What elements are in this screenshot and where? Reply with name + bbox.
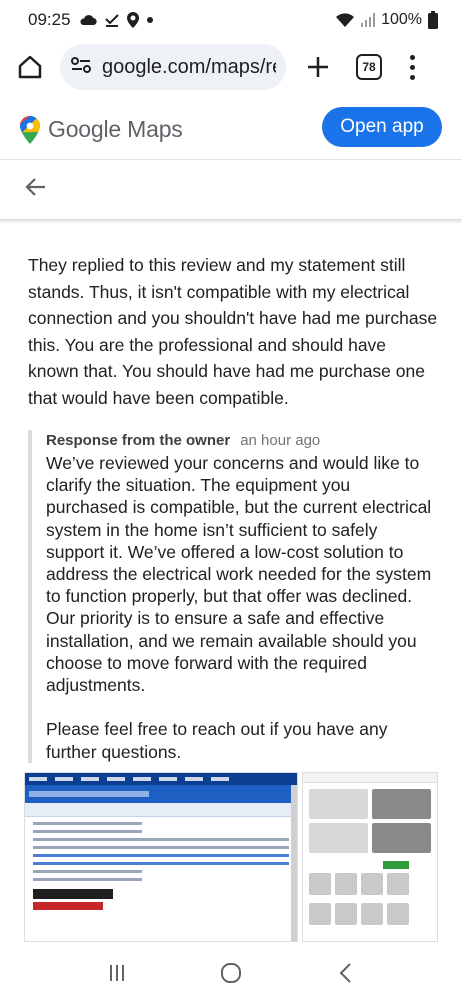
recent-apps-icon <box>110 964 124 981</box>
location-icon <box>126 12 139 28</box>
open-app-button[interactable]: Open app <box>322 107 442 147</box>
dot-icon <box>409 54 415 60</box>
photo-nav-strip <box>25 773 297 785</box>
back-arrow-icon <box>25 178 45 196</box>
review-photos <box>24 772 438 942</box>
maps-pin-icon <box>20 115 40 144</box>
back-button[interactable] <box>24 175 48 204</box>
photo-search-strip <box>25 785 297 803</box>
dot-icon <box>146 17 153 23</box>
owner-response: Response from the owner an hour ago We’v… <box>28 430 436 763</box>
status-bar: 09:25 100% <box>0 0 462 40</box>
dot-icon <box>409 74 415 80</box>
recent-apps-button[interactable] <box>97 953 137 993</box>
review-text: They replied to this review and my state… <box>28 255 438 408</box>
site-settings-icon[interactable] <box>70 56 92 79</box>
status-left: 09:25 <box>28 10 153 30</box>
owner-response-label: Response from the owner <box>46 432 231 449</box>
browser-toolbar: google.com/maps/re 78 <box>0 40 462 94</box>
maps-header: Google Maps Open app <box>0 100 462 160</box>
home-nav-button[interactable] <box>211 953 251 993</box>
owner-response-time: an hour ago <box>240 432 321 449</box>
back-nav-button[interactable] <box>325 953 365 993</box>
maps-title: Google Maps <box>48 116 183 142</box>
signal-icon <box>361 13 376 27</box>
email-screenshot-photo[interactable] <box>24 772 298 942</box>
battery-icon <box>428 11 438 29</box>
owner-response-header: Response from the owner an hour ago <box>46 430 436 452</box>
heating-logo <box>33 889 113 899</box>
owner-response-text: We’ve reviewed your concerns and would l… <box>46 453 432 762</box>
status-time: 09:25 <box>28 10 71 29</box>
photo-toolbar-strip <box>25 803 297 817</box>
url-text[interactable]: google.com/maps/re <box>102 56 276 79</box>
tab-switcher-button[interactable]: 78 <box>356 54 382 80</box>
wifi-icon <box>335 12 355 28</box>
product-listing-photo[interactable] <box>302 772 438 942</box>
battery-percent: 100% <box>381 11 422 28</box>
cloud-icon <box>79 14 97 26</box>
back-chevron-icon <box>339 962 351 983</box>
plus-icon <box>308 57 328 77</box>
status-right: 100% <box>335 11 438 29</box>
address-bar[interactable]: google.com/maps/re <box>60 44 286 90</box>
check-download-icon <box>104 13 119 27</box>
dot-icon <box>409 64 415 70</box>
home-button[interactable] <box>10 47 50 87</box>
back-row <box>0 160 462 220</box>
system-nav-bar <box>0 945 462 1000</box>
more-menu-button[interactable] <box>402 47 422 87</box>
new-tab-button[interactable] <box>298 47 338 87</box>
google-maps-logo[interactable]: Google Maps <box>20 115 183 144</box>
home-circle-icon <box>221 962 241 983</box>
home-icon <box>18 55 42 79</box>
